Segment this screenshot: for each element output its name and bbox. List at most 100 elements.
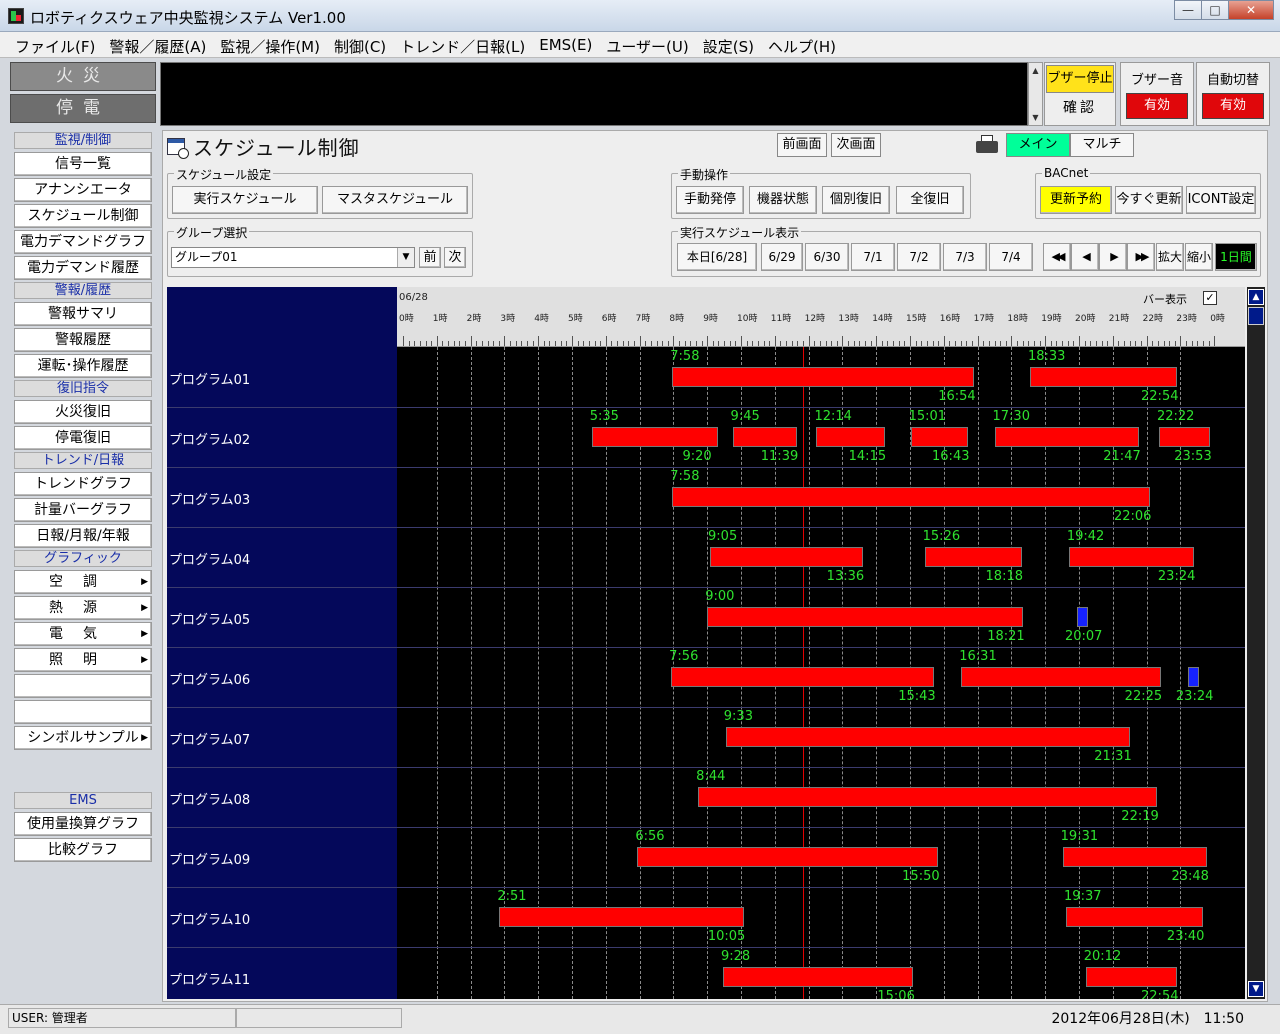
sidebar-item-graphic[interactable]: 熱源 ▶ (14, 596, 152, 620)
sidebar-item[interactable]: スケジュール制御 (14, 204, 152, 228)
individual-restore-button[interactable]: 個別復旧 (822, 186, 890, 214)
sidebar-item[interactable]: 警報履歴 (14, 328, 152, 352)
sidebar-item[interactable]: 信号一覧 (14, 152, 152, 176)
schedule-bar[interactable] (710, 547, 863, 567)
scroll-down-icon[interactable]: ▼ (1029, 110, 1042, 125)
schedule-bar[interactable] (1029, 367, 1177, 387)
day-button[interactable]: 7/3 (943, 243, 987, 271)
chart-scrollbar[interactable]: ▲ ▼ (1247, 287, 1265, 999)
printer-icon[interactable] (973, 133, 1001, 157)
menu-item-3[interactable]: 制御(C) (327, 32, 393, 57)
group-next-button[interactable]: 次 (444, 247, 466, 268)
schedule-bar[interactable] (698, 787, 1158, 807)
bar-display-checkbox[interactable]: ✓ (1203, 291, 1217, 305)
update-reserve-button[interactable]: 更新予約 (1040, 186, 1112, 214)
day-button[interactable]: 6/30 (805, 243, 849, 271)
auto-switch-toggle[interactable]: 有効 (1202, 93, 1264, 119)
sidebar-item[interactable]: 計量バーグラフ (14, 498, 152, 522)
first-page-icon[interactable]: ◀◀ (1043, 243, 1071, 271)
schedule-bar[interactable] (707, 607, 1024, 627)
group-select[interactable]: グループ01 ▼ (171, 247, 415, 268)
minimize-icon[interactable]: — (1174, 0, 1202, 20)
sidebar-item[interactable]: 火災復旧 (14, 400, 152, 424)
schedule-bar[interactable] (725, 727, 1131, 747)
prev-screen-button[interactable]: 前画面 (777, 133, 827, 157)
sidebar-item[interactable]: 電力デマンドグラフ (14, 230, 152, 254)
day-button[interactable]: 7/2 (897, 243, 941, 271)
schedule-bar[interactable] (1062, 847, 1208, 867)
sidebar-item-graphic[interactable]: 空調 ▶ (14, 570, 152, 594)
menu-item-8[interactable]: ヘルプ(H) (761, 32, 843, 57)
menu-item-4[interactable]: トレンド／日報(L) (393, 32, 532, 57)
day-button[interactable]: 本日[6/28] (677, 243, 757, 271)
schedule-event-marker[interactable] (1076, 607, 1088, 627)
exec-schedule-button[interactable]: 実行スケジュール (172, 186, 318, 214)
sidebar-item[interactable]: トレンドグラフ (14, 472, 152, 496)
prev-page-icon[interactable]: ◀ (1071, 243, 1099, 271)
view-multi-toggle[interactable]: マルチ (1070, 133, 1134, 157)
last-page-icon[interactable]: ▶▶ (1127, 243, 1155, 271)
schedule-bar[interactable] (961, 667, 1161, 687)
scroll-thumb[interactable] (1248, 307, 1264, 325)
sidebar-item-empty[interactable] (14, 674, 152, 698)
update-now-button[interactable]: 今すぐ更新 (1115, 186, 1183, 214)
schedule-bar[interactable] (672, 367, 975, 387)
schedule-bar[interactable] (1158, 427, 1211, 447)
device-status-button[interactable]: 機器状態 (749, 186, 817, 214)
buzzer-stop-button[interactable]: ブザー停止 (1046, 65, 1114, 93)
maximize-icon[interactable]: □ (1201, 0, 1229, 20)
manual-start-stop-button[interactable]: 手動発停 (676, 186, 744, 214)
scroll-up-icon[interactable]: ▲ (1029, 63, 1042, 78)
confirm-button[interactable]: 確認 (1045, 93, 1115, 123)
sidebar-item-ems[interactable]: 比較グラフ (14, 838, 152, 862)
menu-item-0[interactable]: ファイル(F) (8, 32, 102, 57)
chevron-down-icon[interactable]: ▼ (397, 248, 414, 267)
sidebar-item[interactable]: アナンシエータ (14, 178, 152, 202)
buzzer-sound-toggle[interactable]: 有効 (1126, 93, 1188, 119)
menu-item-5[interactable]: EMS(E) (532, 32, 599, 57)
alarm-scrollbar[interactable]: ▲ ▼ (1028, 62, 1043, 126)
menu-item-6[interactable]: ユーザー(U) (599, 32, 695, 57)
schedule-bar[interactable] (816, 427, 885, 447)
schedule-bar[interactable] (924, 547, 1022, 567)
menu-item-7[interactable]: 設定(S) (696, 32, 761, 57)
sidebar-item[interactable]: 電力デマンド履歴 (14, 256, 152, 280)
schedule-bar[interactable] (637, 847, 939, 867)
schedule-bar[interactable] (1068, 547, 1194, 567)
view-main-toggle[interactable]: メイン (1006, 133, 1070, 157)
next-page-icon[interactable]: ▶ (1099, 243, 1127, 271)
schedule-bar[interactable] (499, 907, 744, 927)
sidebar-item[interactable]: 運転･操作履歴 (14, 354, 152, 378)
sidebar-item-ems[interactable]: 使用量換算グラフ (14, 812, 152, 836)
day-button[interactable]: 7/4 (989, 243, 1033, 271)
schedule-bar[interactable] (1085, 967, 1177, 987)
menu-item-2[interactable]: 監視／操作(M) (213, 32, 327, 57)
sidebar-item-graphic[interactable]: 電気 ▶ (14, 622, 152, 646)
zoom-in-button[interactable]: 拡大 (1156, 243, 1184, 271)
schedule-bar[interactable] (591, 427, 719, 447)
scroll-up-icon[interactable]: ▲ (1248, 289, 1264, 305)
schedule-bar[interactable] (1066, 907, 1203, 927)
close-icon[interactable]: ✕ (1228, 0, 1274, 20)
schedule-bar[interactable] (994, 427, 1140, 447)
schedule-bar[interactable] (910, 427, 969, 447)
schedule-bar[interactable] (671, 667, 935, 687)
schedule-bar[interactable] (722, 967, 914, 987)
power-outage-button[interactable]: 停電 (10, 94, 156, 123)
scroll-down-icon[interactable]: ▼ (1248, 981, 1264, 997)
sidebar-item[interactable]: 警報サマリ (14, 302, 152, 326)
sidebar-item[interactable]: 停電復旧 (14, 426, 152, 450)
span-1day-button[interactable]: 1日間 (1215, 243, 1257, 271)
group-prev-button[interactable]: 前 (419, 247, 441, 268)
menu-item-1[interactable]: 警報／履歴(A) (102, 32, 213, 57)
fire-alarm-button[interactable]: 火災 (10, 62, 156, 91)
schedule-event-marker[interactable] (1187, 667, 1199, 687)
day-button[interactable]: 6/29 (761, 243, 803, 271)
restore-all-button[interactable]: 全復旧 (896, 186, 964, 214)
sidebar-item-symbol-sample[interactable]: シンボルサンプル ▶ (14, 726, 152, 750)
sidebar-item-empty[interactable] (14, 700, 152, 724)
sidebar-item-graphic[interactable]: 照明 ▶ (14, 648, 152, 672)
master-schedule-button[interactable]: マスタスケジュール (322, 186, 468, 214)
zoom-out-button[interactable]: 縮小 (1185, 243, 1213, 271)
sidebar-item[interactable]: 日報/月報/年報 (14, 524, 152, 548)
